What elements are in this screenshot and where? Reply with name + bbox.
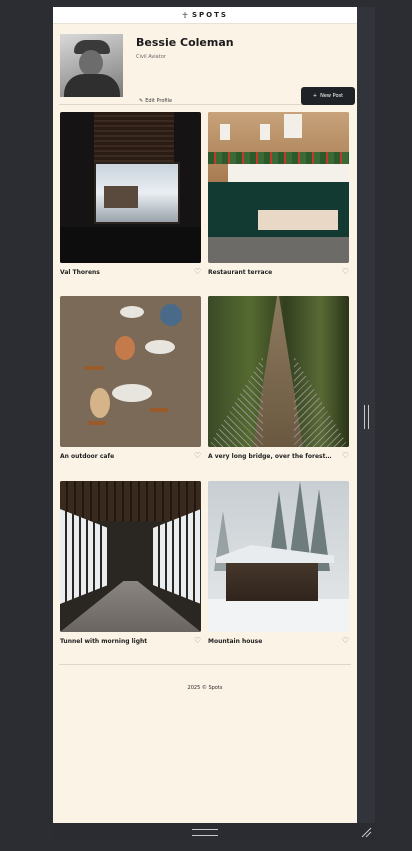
card-title: Mountain house — [208, 637, 263, 645]
heart-icon[interactable]: ♡ — [342, 452, 349, 460]
card-title: A very long bridge, over the forest in t… — [208, 452, 333, 460]
card-caption: A very long bridge, over the forest in t… — [208, 452, 349, 460]
edit-profile-button[interactable]: ✎ Edit Profile — [139, 98, 172, 104]
profile-name: Bessie Coleman — [136, 36, 234, 49]
card: A very long bridge, over the forest in t… — [208, 296, 349, 460]
heart-icon[interactable]: ♡ — [194, 637, 201, 645]
card-image[interactable] — [208, 296, 349, 447]
card-image[interactable] — [208, 112, 349, 263]
card-image[interactable] — [60, 296, 201, 447]
horizontal-resize-handle[interactable] — [192, 829, 218, 836]
card-title: Restaurant terrace — [208, 268, 273, 276]
heart-icon[interactable]: ♡ — [194, 268, 201, 276]
logo[interactable]: ☥ SPOTS — [182, 11, 228, 20]
heart-icon[interactable]: ♡ — [342, 637, 349, 645]
card-title: Val Thorens — [60, 268, 100, 276]
card-title: Tunnel with morning light — [60, 637, 148, 645]
heart-icon[interactable]: ♡ — [342, 268, 349, 276]
new-post-label: New Post — [320, 93, 344, 99]
corner-resize-icon[interactable] — [360, 826, 372, 838]
app-viewport: ☥ SPOTS Bessie Coleman Civil Aviator ✎ E… — [53, 7, 357, 823]
plus-icon: + — [312, 93, 318, 99]
card-caption: An outdoor cafe ♡ — [60, 452, 201, 460]
card: An outdoor cafe ♡ — [60, 296, 201, 460]
vertical-resize-handle[interactable] — [364, 405, 369, 429]
card-image[interactable] — [208, 481, 349, 632]
heart-icon[interactable]: ♡ — [194, 452, 201, 460]
card-image[interactable] — [60, 112, 201, 263]
card: Mountain house ♡ — [208, 481, 349, 645]
profile-section: Bessie Coleman Civil Aviator ✎ Edit Prof… — [59, 24, 355, 105]
pencil-icon: ✎ — [139, 98, 144, 104]
card: Tunnel with morning light ♡ — [60, 481, 201, 645]
footer-text: 2025 © Spots — [187, 685, 223, 691]
profile-role: Civil Aviator — [136, 54, 166, 60]
card-caption: Restaurant terrace ♡ — [208, 268, 349, 276]
card-caption: Tunnel with morning light ♡ — [60, 637, 201, 645]
card: Restaurant terrace ♡ — [208, 112, 349, 276]
card-title: An outdoor cafe — [60, 452, 115, 460]
footer-divider — [59, 664, 351, 665]
header-bar: ☥ SPOTS — [53, 7, 357, 24]
avatar — [60, 34, 123, 97]
card-caption: Mountain house ♡ — [208, 637, 349, 645]
edit-profile-label: Edit Profile — [145, 98, 173, 104]
logo-mark-icon: ☥ — [182, 10, 190, 20]
logo-text: SPOTS — [192, 11, 228, 19]
card-caption: Val Thorens ♡ — [60, 268, 201, 276]
new-post-button[interactable]: + New Post — [301, 87, 355, 105]
card-image[interactable] — [60, 481, 201, 632]
card: Val Thorens ♡ — [60, 112, 201, 276]
